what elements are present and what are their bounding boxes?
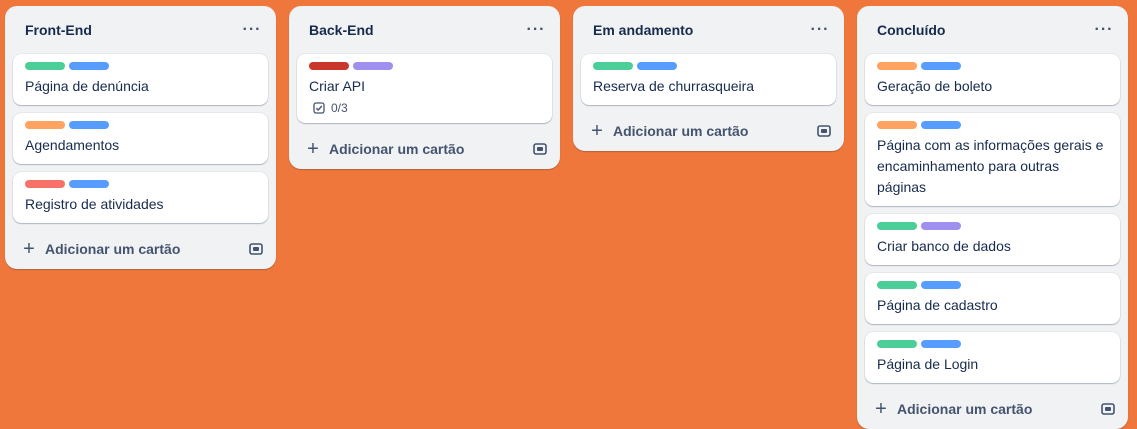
- add-card-button[interactable]: + Adicionar um cartão: [589, 121, 748, 141]
- label-blue[interactable]: [69, 121, 109, 129]
- list-title[interactable]: Front-End: [25, 22, 92, 38]
- label-green[interactable]: [877, 281, 917, 289]
- list-em-andamento: Em andamento ··· Reserva de churrasqueir…: [573, 6, 844, 151]
- card-template-icon[interactable]: [248, 241, 264, 257]
- list-title[interactable]: Concluído: [877, 22, 945, 38]
- card-title: Página de cadastro: [877, 297, 998, 313]
- card[interactable]: Reserva de churrasqueira: [581, 54, 836, 105]
- card-labels: [877, 340, 1108, 348]
- list-front-end: Front-End ··· Página de denúncia Agendam…: [5, 6, 276, 269]
- add-card-label: Adicionar um cartão: [897, 401, 1033, 417]
- plus-icon: +: [875, 398, 887, 420]
- label-orange[interactable]: [877, 62, 917, 70]
- label-green[interactable]: [877, 222, 917, 230]
- checklist-badge: 0/3: [309, 101, 540, 115]
- card-template-icon[interactable]: [816, 123, 832, 139]
- card-title: Reserva de churrasqueira: [593, 78, 755, 94]
- label-purple[interactable]: [353, 62, 393, 70]
- label-blue[interactable]: [921, 62, 961, 70]
- add-card-row: + Adicionar um cartão: [5, 229, 276, 269]
- plus-icon: +: [307, 138, 319, 160]
- card-title: Geração de boleto: [877, 78, 993, 94]
- card-labels: [25, 62, 256, 70]
- card[interactable]: Geração de boleto: [865, 54, 1120, 105]
- card[interactable]: Criar banco de dados: [865, 214, 1120, 265]
- add-card-row: + Adicionar um cartão: [289, 129, 560, 169]
- list-menu-icon[interactable]: ···: [524, 18, 548, 42]
- card-list: Criar API 0/3: [289, 54, 560, 123]
- list-title[interactable]: Em andamento: [593, 22, 693, 38]
- card-labels: [877, 281, 1108, 289]
- label-blue[interactable]: [921, 121, 961, 129]
- card[interactable]: Registro de atividades: [13, 172, 268, 223]
- plus-icon: +: [23, 238, 35, 260]
- card-list: Página de denúncia Agendamentos Registro…: [5, 54, 276, 223]
- label-blue[interactable]: [69, 180, 109, 188]
- card[interactable]: Criar API 0/3: [297, 54, 552, 123]
- label-orange[interactable]: [25, 121, 65, 129]
- list-header: Concluído ···: [857, 6, 1128, 54]
- list-menu-icon[interactable]: ···: [240, 18, 264, 42]
- label-blue[interactable]: [637, 62, 677, 70]
- card-title: Registro de atividades: [25, 196, 164, 212]
- add-card-row: + Adicionar um cartão: [573, 111, 844, 151]
- card-title: Página de Login: [877, 356, 979, 372]
- add-card-label: Adicionar um cartão: [45, 241, 181, 257]
- label-purple[interactable]: [921, 222, 961, 230]
- card-template-icon[interactable]: [1100, 401, 1116, 417]
- card[interactable]: Página de Login: [865, 332, 1120, 383]
- list-title[interactable]: Back-End: [309, 22, 374, 38]
- add-card-button[interactable]: + Adicionar um cartão: [305, 139, 464, 159]
- list-concluido: Concluído ··· Geração de boleto Página c…: [857, 6, 1128, 429]
- label-green[interactable]: [877, 340, 917, 348]
- add-card-label: Adicionar um cartão: [613, 123, 749, 139]
- card-list: Geração de boleto Página com as informaç…: [857, 54, 1128, 383]
- card[interactable]: Página de denúncia: [13, 54, 268, 105]
- card-title: Página com as informações gerais e encam…: [877, 137, 1104, 195]
- label-blue[interactable]: [921, 340, 961, 348]
- add-card-button[interactable]: + Adicionar um cartão: [873, 399, 1032, 419]
- card-labels: [877, 62, 1108, 70]
- add-card-row: + Adicionar um cartão: [857, 389, 1128, 429]
- card-list: Reserva de churrasqueira: [573, 54, 844, 105]
- card-labels: [877, 121, 1108, 129]
- plus-icon: +: [591, 120, 603, 142]
- card-title: Página de denúncia: [25, 78, 149, 94]
- list-menu-icon[interactable]: ···: [1092, 18, 1116, 42]
- label-blue[interactable]: [69, 62, 109, 70]
- list-menu-icon[interactable]: ···: [808, 18, 832, 42]
- card-template-icon[interactable]: [532, 141, 548, 157]
- label-red[interactable]: [309, 62, 349, 70]
- card-labels: [25, 180, 256, 188]
- list-back-end: Back-End ··· Criar API 0/3 + Adicionar u…: [289, 6, 560, 169]
- list-header: Front-End ···: [5, 6, 276, 54]
- card-labels: [309, 62, 540, 70]
- card-labels: [25, 121, 256, 129]
- label-blue[interactable]: [921, 281, 961, 289]
- card-title: Agendamentos: [25, 137, 120, 153]
- card[interactable]: Página com as informações gerais e encam…: [865, 113, 1120, 206]
- card-labels: [877, 222, 1108, 230]
- add-card-button[interactable]: + Adicionar um cartão: [21, 239, 180, 259]
- label-orange[interactable]: [877, 121, 917, 129]
- card[interactable]: Página de cadastro: [865, 273, 1120, 324]
- list-header: Em andamento ···: [573, 6, 844, 54]
- checklist-icon: [313, 102, 325, 114]
- list-header: Back-End ···: [289, 6, 560, 54]
- label-red[interactable]: [25, 180, 65, 188]
- checklist-count: 0/3: [331, 101, 348, 115]
- card-labels: [593, 62, 824, 70]
- card-title: Criar banco de dados: [877, 238, 1011, 254]
- card[interactable]: Agendamentos: [13, 113, 268, 164]
- label-green[interactable]: [25, 62, 65, 70]
- add-card-label: Adicionar um cartão: [329, 141, 465, 157]
- card-title: Criar API: [309, 78, 366, 94]
- label-green[interactable]: [593, 62, 633, 70]
